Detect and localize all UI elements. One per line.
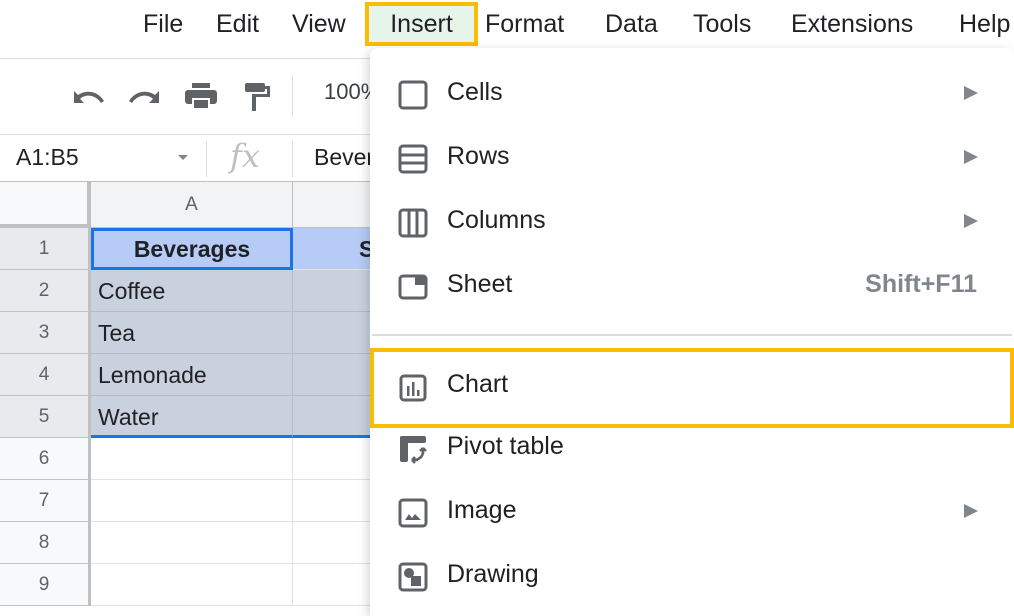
menu-bar: File Edit View Insert Format Data Tools … (0, 0, 1014, 48)
column-header-a[interactable]: A (91, 182, 293, 228)
spreadsheet-grid: A 1 Beverages S 2 Coffee 3 Tea 4 Lemonade 5 Water 6… (0, 182, 383, 616)
cell[interactable] (91, 480, 293, 522)
sheet-icon (398, 274, 428, 300)
formula-separator (292, 141, 293, 177)
menu-item-pivot-table[interactable]: Pivot table (370, 416, 1014, 480)
menu-item-label: Pivot table (447, 432, 564, 460)
cell[interactable]: Tea (91, 312, 293, 354)
menu-tools[interactable]: Tools (691, 6, 753, 42)
cell[interactable]: Coffee (91, 270, 293, 312)
cell[interactable] (91, 438, 293, 480)
row-header[interactable]: 7 (0, 480, 91, 522)
row-header[interactable]: 6 (0, 438, 91, 480)
cell[interactable] (91, 522, 293, 564)
print-icon[interactable] (183, 81, 219, 113)
menu-data[interactable]: Data (603, 6, 660, 42)
submenu-arrow-icon (964, 214, 978, 228)
submenu-arrow-icon (964, 504, 978, 518)
menu-item-image[interactable]: Image (370, 480, 1014, 544)
menu-format[interactable]: Format (483, 6, 566, 42)
redo-icon[interactable] (127, 81, 163, 113)
chevron-down-icon[interactable] (178, 155, 188, 160)
row-header[interactable]: 8 (0, 522, 91, 564)
cells-icon (398, 80, 428, 110)
cell[interactable]: Beverages (91, 228, 293, 270)
cell[interactable]: Water (91, 396, 293, 438)
cell[interactable]: Lemonade (91, 354, 293, 396)
menu-help[interactable]: Help (957, 6, 1012, 42)
rows-icon (398, 144, 428, 174)
row-header[interactable]: 2 (0, 270, 91, 312)
name-box[interactable]: A1:B5 (16, 144, 79, 171)
menu-divider (372, 334, 1012, 336)
menu-item-label: Rows (447, 142, 510, 170)
menu-item-label: Cells (447, 78, 503, 106)
row-header[interactable]: 5 (0, 396, 91, 438)
menu-edit[interactable]: Edit (214, 6, 261, 42)
fx-icon: fx (230, 137, 260, 175)
menu-item-drawing[interactable]: Drawing (370, 544, 1014, 608)
image-icon (398, 498, 428, 528)
menu-insert[interactable]: Insert (365, 2, 478, 46)
menu-item-columns[interactable]: Columns (370, 190, 1014, 254)
insert-menu: Cells Rows Columns Sheet Shift+F11 Chart… (370, 48, 1014, 616)
menu-item-label: Image (447, 496, 517, 524)
menu-item-rows[interactable]: Rows (370, 126, 1014, 190)
menu-item-sheet[interactable]: Sheet Shift+F11 (370, 254, 1014, 318)
menu-file[interactable]: File (141, 6, 185, 42)
columns-icon (398, 208, 428, 238)
menu-item-label: Chart (447, 370, 509, 398)
shortcut-label: Shift+F11 (865, 270, 977, 298)
paint-format-icon[interactable] (241, 81, 277, 113)
menu-item-label: Columns (447, 206, 546, 234)
row-header[interactable]: 1 (0, 228, 91, 270)
row-header[interactable]: 9 (0, 564, 91, 606)
undo-icon[interactable] (70, 81, 106, 113)
menu-item-label: Sheet (447, 270, 513, 298)
chart-icon (399, 374, 427, 402)
menu-item-label: Drawing (447, 560, 539, 588)
row-header[interactable]: 3 (0, 312, 91, 354)
menu-view[interactable]: View (290, 6, 348, 42)
drawing-icon (398, 562, 428, 592)
menu-extensions[interactable]: Extensions (789, 6, 915, 42)
submenu-arrow-icon (964, 150, 978, 164)
select-all-corner[interactable] (0, 182, 91, 228)
cell[interactable] (91, 564, 293, 606)
formula-separator (206, 141, 207, 177)
submenu-arrow-icon (964, 86, 978, 100)
toolbar-separator (292, 75, 293, 117)
pivot-table-icon (400, 436, 427, 464)
menu-item-cells[interactable]: Cells (370, 62, 1014, 126)
row-header[interactable]: 4 (0, 354, 91, 396)
